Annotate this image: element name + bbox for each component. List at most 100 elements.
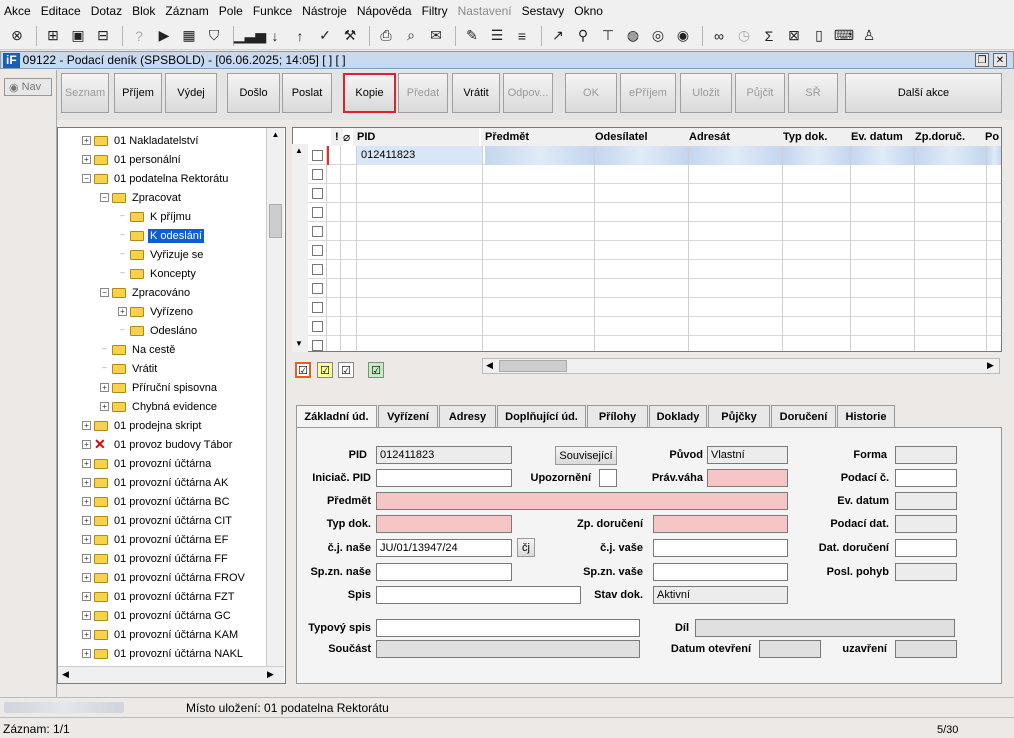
grid-scroll-down-icon[interactable]: ▼ — [295, 339, 303, 348]
expand-icon[interactable]: + — [82, 592, 91, 601]
nav-toggle[interactable]: ◉ Nav — [4, 78, 52, 96]
action-button-kopie[interactable]: Kopie — [343, 73, 396, 113]
grid-header[interactable]: Předmět — [481, 128, 591, 146]
grid-header[interactable]: PID — [353, 128, 479, 146]
table-row[interactable] — [293, 165, 1001, 184]
expand-icon[interactable]: + — [100, 402, 109, 411]
calendar-icon[interactable]: ▦ — [178, 25, 200, 47]
spzn-vase-field[interactable] — [653, 563, 788, 581]
table-row[interactable]: 012411823 — [293, 146, 1001, 165]
tree-node[interactable]: +01 provozní účtárna AK — [82, 473, 230, 492]
tab-4[interactable]: Doplňující úd. — [497, 405, 586, 427]
filter-icon[interactable]: ⛉ — [203, 25, 225, 47]
excel-icon[interactable]: ⊠ — [783, 25, 805, 47]
scroll-up-icon[interactable]: ▲ — [269, 130, 282, 143]
stav-dok-field[interactable]: Aktivní — [653, 586, 788, 604]
zp-doruceni-field[interactable] — [653, 515, 788, 533]
tree-node[interactable]: +01 Nakladatelství — [82, 131, 200, 150]
action-button-došlo[interactable]: Došlo — [227, 73, 280, 113]
podaci-cislo-field[interactable] — [895, 469, 957, 487]
external-link-icon[interactable]: ↗ — [547, 25, 569, 47]
table-row[interactable] — [293, 241, 1001, 260]
posl-pohyb-field[interactable] — [895, 563, 957, 581]
soucast-field[interactable] — [376, 640, 640, 658]
action-button-další-akce[interactable]: Další akce — [845, 73, 1002, 113]
predmet-field[interactable] — [376, 492, 788, 510]
expand-icon[interactable]: + — [82, 440, 91, 449]
menu-item[interactable]: Dotaz — [91, 4, 122, 18]
tree-node[interactable]: − 01 podatelna Rektorátu — [82, 169, 230, 188]
menu-item[interactable]: Akce — [4, 4, 31, 18]
cj-nase-field[interactable]: JU/01/13947/24 — [376, 539, 512, 557]
table-row[interactable] — [293, 184, 1001, 203]
podaci-datum-field[interactable] — [895, 515, 957, 533]
edit-icon[interactable]: ✎ — [461, 25, 483, 47]
action-button-uložit[interactable]: Uložit — [680, 73, 732, 113]
keyboard-icon[interactable]: ⌨ — [833, 25, 855, 47]
uzavreni-field[interactable] — [895, 640, 957, 658]
tree-node[interactable]: +01 provozní účtárna CIT — [82, 511, 234, 530]
grid-header[interactable]: ! — [331, 128, 343, 146]
expand-icon[interactable]: + — [82, 497, 91, 506]
tree-node[interactable]: +01 provozní účtárna KAM — [82, 625, 240, 644]
grid-header[interactable]: Odesílatel — [591, 128, 685, 146]
grid-header[interactable]: Po — [981, 128, 1001, 146]
menu-item[interactable]: Pole — [219, 4, 243, 18]
souvisejici-button[interactable]: Související — [555, 446, 617, 465]
menu-item[interactable]: Sestavy — [522, 4, 565, 18]
tab-2[interactable]: Vyřízení — [378, 405, 438, 427]
action-button-epříjem[interactable]: ePříjem — [620, 73, 676, 113]
menu-item[interactable]: Nástroje — [302, 4, 347, 18]
code-file-icon[interactable]: ▯ — [808, 25, 830, 47]
tree-node[interactable]: + ✕ 01 provoz budovy Tábor — [82, 435, 234, 454]
tree-horizontal-scrollbar[interactable]: ◀ ▶ — [58, 666, 284, 683]
tree-node[interactable]: + Vyřízeno — [118, 302, 195, 321]
table-row[interactable] — [293, 222, 1001, 241]
action-button-půjčit[interactable]: Půjčit — [735, 73, 785, 113]
collapse-icon[interactable]: − — [82, 174, 91, 183]
menu-item[interactable]: Nastavení — [458, 4, 512, 18]
tree-node[interactable]: +01 provozní účtárna — [82, 454, 213, 473]
table-row[interactable] — [293, 317, 1001, 336]
tree-node[interactable]: +01 provozní účtárna NAKL — [82, 644, 245, 663]
mail-icon[interactable]: ✉ — [425, 25, 447, 47]
list-icon[interactable]: ☰ — [486, 25, 508, 47]
user-icon[interactable]: ♙ — [858, 25, 880, 47]
clock-icon[interactable]: ◷ — [733, 25, 755, 47]
grid-scroll-up-icon[interactable]: ▲ — [295, 146, 303, 155]
tree-node[interactable]: – K příjmu — [118, 207, 193, 226]
action-button-vrátit[interactable]: Vrátit — [452, 73, 500, 113]
expand-icon[interactable]: + — [100, 383, 109, 392]
forma-field[interactable] — [895, 446, 957, 464]
tab-1[interactable]: Základní úd. — [296, 405, 377, 428]
save-icon[interactable]: ▣ — [67, 25, 89, 47]
grid-scroll-left-icon[interactable]: ◀ — [486, 360, 493, 371]
expand-icon[interactable]: + — [82, 573, 91, 582]
tree-node[interactable]: – Vrátit — [100, 359, 159, 378]
grid-scroll-thumb[interactable] — [499, 360, 567, 372]
table-row[interactable] — [293, 203, 1001, 222]
menu-item[interactable]: Záznam — [165, 4, 208, 18]
filter-yellow-checkbox[interactable]: ☑ — [317, 362, 333, 378]
action-button-výdej[interactable]: Výdej — [165, 73, 217, 113]
row-checkbox[interactable] — [312, 340, 323, 351]
eye-icon[interactable]: ◉ — [672, 25, 694, 47]
action-button-odpov[interactable]: Odpov... — [503, 73, 553, 113]
row-checkbox[interactable] — [312, 245, 323, 256]
signal-icon[interactable]: ▁▃▅ — [234, 25, 266, 47]
wrench-icon[interactable]: ⚒ — [339, 25, 361, 47]
typ-dok-field[interactable] — [376, 515, 512, 533]
help-icon[interactable]: ? — [128, 25, 150, 47]
row-checkbox[interactable] — [312, 207, 323, 218]
menu-item[interactable]: Funkce — [253, 4, 292, 18]
tree-node[interactable]: – Koncepty — [118, 264, 198, 283]
tree-node[interactable]: +01 provozní účtárna FZT — [82, 587, 236, 606]
collapse-icon[interactable]: − — [100, 193, 109, 202]
action-button-poslat[interactable]: Poslat — [282, 73, 332, 113]
tab-5[interactable]: Přílohy — [587, 405, 648, 427]
row-checkbox[interactable] — [312, 264, 323, 275]
expand-icon[interactable]: + — [82, 155, 91, 164]
action-button-příjem[interactable]: Příjem — [114, 73, 162, 113]
expand-icon[interactable]: + — [82, 630, 91, 639]
tab-6[interactable]: Doklady — [649, 405, 707, 427]
